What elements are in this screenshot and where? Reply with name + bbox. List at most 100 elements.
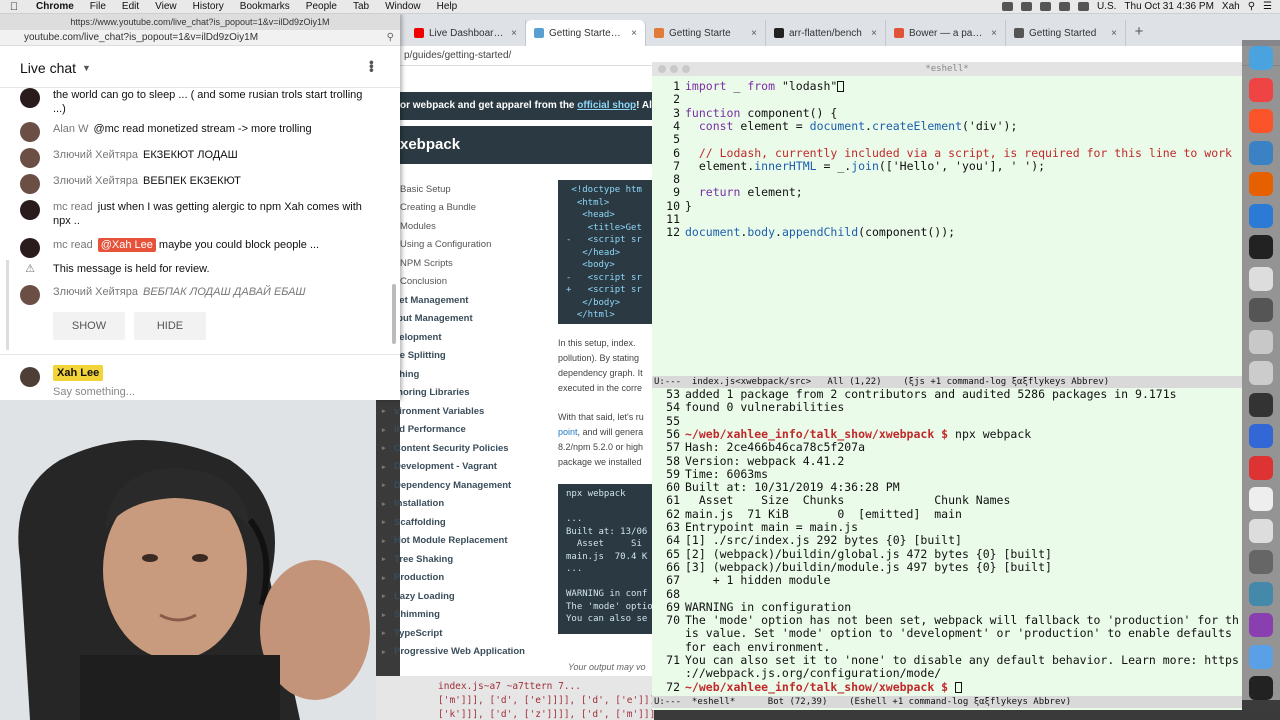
clock[interactable]: Thu Oct 31 4:36 PM: [1124, 1, 1214, 12]
zoom-button[interactable]: [682, 65, 690, 73]
app-icon[interactable]: [1249, 392, 1273, 417]
browser-tab[interactable]: Getting Started | w ×: [526, 20, 646, 46]
sidebar-nav-item[interactable]: ▸ Hot Module Replacement: [376, 532, 556, 551]
chat-message[interactable]: mc read @Xah Lee maybe you could block peo…: [20, 238, 365, 258]
sidebar-nav-item[interactable]: Modules: [376, 217, 556, 236]
input-source[interactable]: U.S.: [1097, 1, 1116, 12]
chat-message-list[interactable]: the world can go to sleep ... ( and some…: [0, 88, 400, 350]
menu-view[interactable]: View: [147, 1, 185, 12]
menu-edit[interactable]: Edit: [114, 1, 147, 12]
app-icon[interactable]: [1249, 644, 1273, 669]
status-icon[interactable]: [1020, 2, 1032, 11]
list-icon[interactable]: ☰: [1263, 1, 1272, 12]
author-name[interactable]: mc read: [53, 201, 93, 213]
apple-menu-icon[interactable]: : [0, 1, 28, 13]
sidebar-nav-item[interactable]: ▸ vironment Variables: [376, 402, 556, 421]
sidebar-nav-item[interactable]: ▸ Dependency Management: [376, 476, 556, 495]
chat-message[interactable]: mc read just when I was getting alergic t…: [20, 200, 365, 228]
sidebar-nav-item[interactable]: ▸tput Management: [376, 310, 556, 329]
hide-button[interactable]: HIDE: [134, 312, 206, 340]
chat-input[interactable]: Say something...: [53, 386, 135, 398]
author-name[interactable]: Злючий Хейтяра: [53, 149, 138, 161]
close-icon[interactable]: ×: [991, 28, 997, 39]
close-icon[interactable]: ×: [1111, 28, 1117, 39]
sidebar-nav-item[interactable]: Basic Setup: [376, 180, 556, 199]
sidebar-nav-item[interactable]: ▸ ild Performance: [376, 421, 556, 440]
sidebar-nav-item[interactable]: ▸ Scaffolding: [376, 513, 556, 532]
close-icon[interactable]: ×: [871, 28, 877, 39]
show-button[interactable]: SHOW: [53, 312, 125, 340]
app-icon[interactable]: [1249, 298, 1273, 322]
author-name[interactable]: Alan W: [53, 123, 88, 135]
site-title[interactable]: xebpack: [400, 136, 460, 153]
menu-chrome[interactable]: Chrome: [28, 1, 82, 12]
app-icon[interactable]: [1249, 266, 1273, 291]
chat-message[interactable]: Злючий Хейтяра ЕКЗЕКЮТ ЛОДАШ: [20, 148, 365, 168]
sidebar-nav-item[interactable]: Using a Configuration: [376, 236, 556, 255]
app-icon[interactable]: [1249, 487, 1273, 511]
app-icon[interactable]: [1249, 140, 1273, 165]
browser-tab[interactable]: Bower — a packag ×: [886, 20, 1006, 46]
sidebar-nav-item[interactable]: ▸ TypeScript: [376, 624, 556, 643]
browser-tab[interactable]: Live Dashboard - Y ×: [406, 20, 526, 46]
sidebar-nav-item[interactable]: ▸ Shimming: [376, 606, 556, 625]
wifi-icon[interactable]: [1058, 2, 1070, 11]
app-icon[interactable]: [1249, 676, 1273, 700]
app-icon[interactable]: [1249, 77, 1273, 102]
sidebar-nav-item[interactable]: ▸ Production: [376, 569, 556, 588]
minimize-button[interactable]: [670, 65, 678, 73]
new-tab-button[interactable]: +: [1126, 20, 1152, 46]
browser-tab[interactable]: arr-flatten/bench ×: [766, 20, 886, 46]
menu-window[interactable]: Window: [377, 1, 429, 12]
app-icon[interactable]: [1249, 329, 1273, 354]
status-icon[interactable]: [1001, 2, 1013, 11]
eshell-buffer[interactable]: 53 added 1 package from 2 contributors an…: [652, 387, 1242, 696]
sidebar-nav-item[interactable]: ▸set Management: [376, 291, 556, 310]
sidebar-nav-item[interactable]: ▸ Progressive Web Application: [376, 643, 556, 662]
menu-history[interactable]: History: [185, 1, 232, 12]
app-icon[interactable]: [1249, 361, 1273, 385]
menu-tab[interactable]: Tab: [345, 1, 377, 12]
battery-icon[interactable]: [1077, 2, 1089, 11]
app-icon[interactable]: [1249, 455, 1273, 480]
sidebar-nav-item[interactable]: ▸ Tree Shaking: [376, 550, 556, 569]
chat-message[interactable]: ⚠ This message is held for review.: [20, 262, 365, 276]
zoom-icon[interactable]: ⚲: [387, 30, 394, 46]
sidebar-nav-item[interactable]: NPM Scripts: [376, 254, 556, 273]
app-icon[interactable]: [1249, 203, 1273, 228]
menu-help[interactable]: Help: [429, 1, 466, 12]
author-name[interactable]: Злючий Хейтяра: [53, 175, 138, 187]
chat-message[interactable]: Злючий Хейтяра ВЕБПАК ЛОДАШ ДАВАЙ ЕБАШ: [20, 285, 365, 305]
sidebar-nav-item[interactable]: ▸thoring Libraries: [376, 384, 556, 403]
sidebar-nav-item[interactable]: ▸ Lazy Loading: [376, 587, 556, 606]
more-menu-icon[interactable]: •••: [364, 60, 380, 72]
app-icon[interactable]: [1249, 235, 1273, 259]
close-icon[interactable]: ×: [511, 28, 517, 39]
code-editor[interactable]: 1 import _ from "lodash" 2 3 function compon…: [652, 76, 1242, 382]
app-icon[interactable]: [1249, 424, 1273, 448]
chat-mode-label[interactable]: Live chat: [20, 60, 76, 76]
sidebar-nav-item[interactable]: ▸ Installation: [376, 495, 556, 514]
close-icon[interactable]: ×: [751, 28, 757, 39]
shop-link[interactable]: official shop: [577, 100, 636, 111]
app-icon[interactable]: [1249, 613, 1273, 637]
status-icon[interactable]: [1039, 2, 1051, 11]
chat-message[interactable]: Alan W @mc read monetized stream -> more …: [20, 122, 365, 142]
sidebar-nav-item[interactable]: Creating a Bundle: [376, 199, 556, 218]
close-icon[interactable]: ×: [631, 28, 637, 39]
close-button[interactable]: [658, 65, 666, 73]
chat-message[interactable]: the world can go to sleep ... ( and some…: [20, 88, 365, 116]
browser-tab[interactable]: Getting Started ×: [1006, 20, 1126, 46]
app-icon[interactable]: [1249, 518, 1273, 543]
app-icon[interactable]: [1249, 550, 1273, 574]
menu-file[interactable]: File: [82, 1, 114, 12]
app-icon[interactable]: [1249, 172, 1273, 196]
entry-point-link[interactable]: point: [558, 427, 578, 437]
app-icon[interactable]: [1249, 46, 1273, 70]
app-icon[interactable]: [1249, 109, 1273, 133]
sidebar-nav-item[interactable]: ▸ Content Security Policies: [376, 439, 556, 458]
browser-tab[interactable]: Getting Starte ×: [646, 20, 766, 46]
scrollbar[interactable]: [392, 284, 396, 344]
sidebar-nav-item[interactable]: Conclusion: [376, 273, 556, 292]
sidebar-nav-item[interactable]: ▸de Splitting: [376, 347, 556, 366]
